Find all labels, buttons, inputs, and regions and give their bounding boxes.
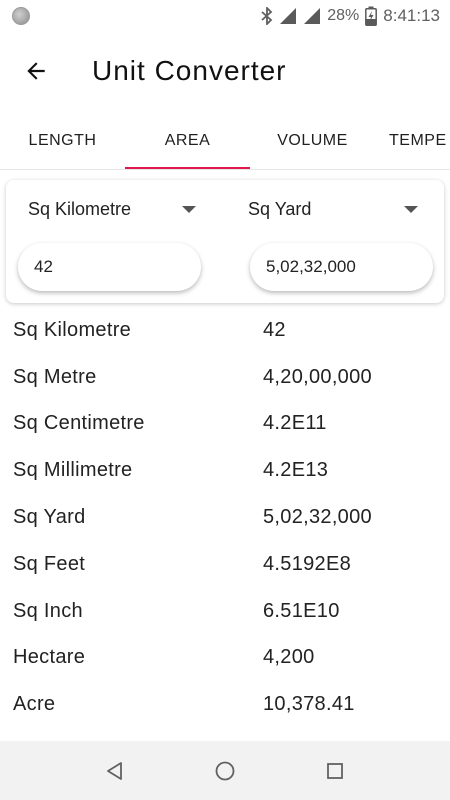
from-value-input[interactable]: 42: [18, 243, 201, 291]
result-row: Sq Inch 6.51E10: [0, 588, 450, 635]
bluetooth-icon: [261, 7, 273, 25]
nav-home-button[interactable]: [170, 741, 280, 800]
result-value: 5,02,32,000: [263, 506, 372, 529]
result-row: Hectare 4,200: [0, 635, 450, 682]
unit-tabs: LENGTH AREA VOLUME TEMPE: [0, 112, 450, 170]
signal-icon: [303, 7, 321, 25]
battery-charging-icon: [365, 6, 378, 26]
back-triangle-icon: [107, 761, 122, 780]
tab-temperature[interactable]: TEMPE: [375, 112, 450, 169]
result-value: 10,378.41: [263, 693, 355, 716]
result-unit: Sq Metre: [13, 365, 97, 388]
result-unit: Sq Yard: [13, 506, 86, 529]
result-row: Sq Kilometre 42: [0, 307, 450, 354]
battery-percent: 28%: [327, 7, 360, 24]
tab-area[interactable]: AREA: [125, 112, 250, 169]
system-nav-bar: [0, 741, 450, 800]
app-bar: Unit Converter: [0, 32, 450, 110]
dropdown-arrow-icon: [404, 206, 418, 213]
from-unit-label: Sq Kilometre: [28, 198, 132, 219]
results-list: Sq Kilometre 42 Sq Metre 4,20,00,000 Sq …: [0, 307, 450, 728]
result-row: Sq Centimetre 4.2E11: [0, 401, 450, 448]
result-row: Sq Yard 5,02,32,000: [0, 494, 450, 541]
status-icons: 28% 8:41:13: [261, 6, 440, 26]
tab-length[interactable]: LENGTH: [0, 112, 125, 169]
result-value: 4.2E13: [263, 459, 329, 482]
result-row: Acre 10,378.41: [0, 681, 450, 728]
result-unit: Acre: [13, 693, 56, 716]
status-bar: 28% 8:41:13: [0, 0, 450, 32]
result-value: 4,20,00,000: [263, 365, 372, 388]
signal-icon: [279, 7, 297, 25]
result-value: 4,200: [263, 646, 315, 669]
nav-back-button[interactable]: [60, 741, 170, 800]
result-unit: Sq Feet: [13, 552, 86, 575]
result-unit: Sq Inch: [13, 599, 83, 622]
home-circle-icon: [215, 761, 235, 780]
tab-volume[interactable]: VOLUME: [250, 112, 375, 169]
result-row: Sq Feet 4.5192E8: [0, 541, 450, 588]
page-title: Unit Converter: [92, 55, 287, 86]
back-button[interactable]: [10, 45, 62, 97]
result-unit: Sq Kilometre: [13, 318, 132, 341]
result-row: Sq Metre 4,20,00,000: [0, 354, 450, 401]
clock: 8:41:13: [383, 6, 440, 25]
result-value: 6.51E10: [263, 599, 340, 622]
to-unit-dropdown[interactable]: Sq Yard: [248, 194, 418, 224]
dropdown-arrow-icon: [182, 206, 196, 213]
result-row: Sq Millimetre 4.2E13: [0, 447, 450, 494]
converter-card: Sq Kilometre Sq Yard 42 5,02,32,000: [6, 180, 444, 303]
recents-square-icon: [327, 762, 343, 779]
result-unit: Sq Millimetre: [13, 459, 133, 482]
result-value: 4.2E11: [263, 412, 327, 435]
notification-dot-icon: [12, 7, 30, 25]
result-unit: Sq Centimetre: [13, 412, 145, 435]
from-unit-dropdown[interactable]: Sq Kilometre: [28, 194, 196, 224]
result-value: 4.5192E8: [263, 552, 352, 575]
result-unit: Hectare: [13, 646, 86, 669]
nav-recents-button[interactable]: [280, 741, 390, 800]
result-value: 42: [263, 318, 286, 341]
arrow-back-icon: [27, 62, 45, 80]
to-unit-label: Sq Yard: [248, 198, 312, 219]
to-value-input[interactable]: 5,02,32,000: [250, 243, 433, 291]
